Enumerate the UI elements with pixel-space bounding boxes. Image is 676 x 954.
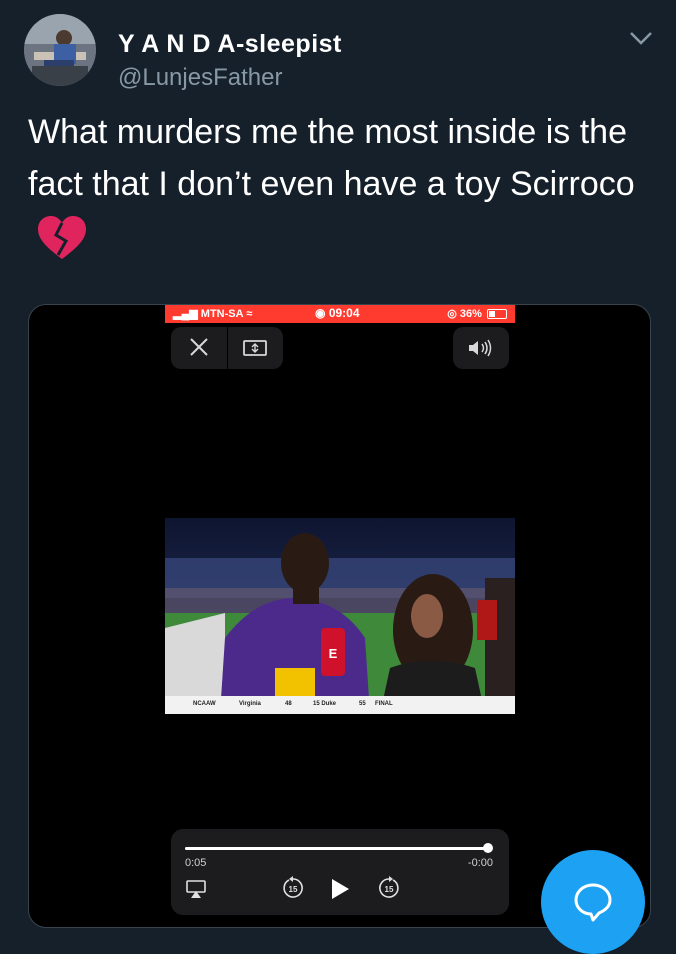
scorebug-team1: Virginia — [239, 701, 261, 707]
broken-heart-icon — [36, 215, 88, 261]
scorebug-status: FINAL — [375, 701, 393, 707]
play-icon[interactable] — [329, 877, 351, 901]
carrier-label: ▂▄▆ MTN-SA ≈ — [173, 308, 253, 320]
player-controls: 0:05 -0:00 15 15 — [171, 829, 509, 915]
reply-fab[interactable] — [541, 850, 645, 954]
scorebug-score1: 48 — [285, 701, 292, 707]
message-bubble-icon — [574, 883, 612, 922]
svg-text:15: 15 — [289, 885, 298, 894]
tweet-text: What murders me the most inside is the f… — [28, 106, 648, 262]
progress-slider[interactable] — [185, 843, 493, 853]
progress-fill — [185, 847, 488, 850]
scorebug-league: NCAAW — [193, 701, 216, 707]
wifi-icon: ≈ — [246, 308, 253, 320]
video-frame[interactable]: E NCAAW Virginia 48 15 Duke 55 FINAL — [165, 518, 515, 714]
progress-knob[interactable] — [482, 843, 493, 853]
status-time: ◉ 09:04 — [315, 306, 360, 320]
display-name[interactable]: Y A N D A-sleepist — [118, 30, 342, 59]
elapsed-time: 0:05 — [185, 857, 207, 869]
player-top-controls — [171, 327, 283, 369]
picture-in-picture-icon[interactable] — [228, 327, 283, 369]
forward-15-icon[interactable]: 15 — [377, 876, 401, 900]
battery-icon — [487, 309, 507, 320]
svg-text:15: 15 — [385, 885, 394, 894]
scorebug-team2: 15 Duke — [313, 701, 337, 707]
tweet-body: What murders me the most inside is the f… — [28, 113, 635, 203]
rewind-15-icon[interactable]: 15 — [281, 876, 305, 900]
battery-status: ◎ 36% — [447, 307, 507, 320]
phone-status-bar: ▂▄▆ MTN-SA ≈ ◉ 09:04 ◎ 36% — [165, 305, 515, 323]
close-icon[interactable] — [171, 327, 227, 369]
airplay-icon[interactable] — [185, 879, 207, 899]
avatar[interactable] — [24, 14, 96, 86]
scorebug: NCAAW Virginia 48 15 Duke 55 FINAL — [165, 696, 515, 714]
user-handle[interactable]: @LunjesFather — [118, 64, 282, 92]
tweet-header: Y A N D A-sleepist @LunjesFather — [24, 14, 654, 91]
signal-icon: ▂▄▆ — [173, 308, 201, 320]
scorebug-score2: 55 — [359, 701, 366, 707]
rotation-lock-icon: ◎ — [447, 308, 460, 320]
volume-icon[interactable] — [453, 327, 509, 369]
video-media[interactable]: ▂▄▆ MTN-SA ≈ ◉ 09:04 ◎ 36% E NCAAW Virgi… — [28, 304, 651, 928]
chevron-down-icon[interactable] — [628, 28, 654, 48]
remaining-time: -0:00 — [467, 857, 493, 869]
svg-text:E: E — [329, 646, 338, 661]
